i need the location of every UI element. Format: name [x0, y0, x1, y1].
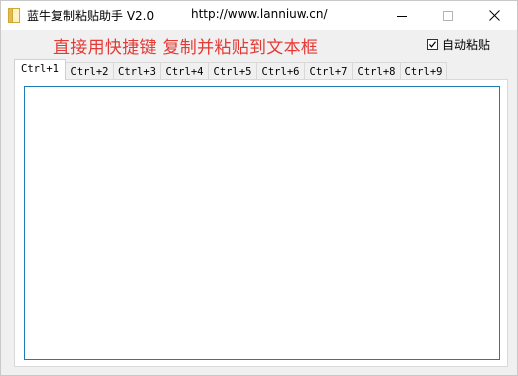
tab-ctrl-3[interactable]: Ctrl+3: [113, 62, 161, 80]
tab-ctrl-7[interactable]: Ctrl+7: [304, 62, 353, 80]
checkbox-checked-icon[interactable]: [427, 39, 438, 50]
tab-ctrl-5[interactable]: Ctrl+5: [208, 62, 257, 80]
tab-ctrl-4[interactable]: Ctrl+4: [160, 62, 209, 80]
tab-ctrl-9[interactable]: Ctrl+9: [400, 62, 447, 80]
minimize-button[interactable]: [379, 1, 425, 30]
maximize-button[interactable]: [425, 1, 471, 30]
minimize-icon: [397, 6, 407, 25]
close-button[interactable]: [471, 1, 517, 30]
notepad-icon: [8, 8, 20, 23]
tab-ctrl-1[interactable]: Ctrl+1: [14, 59, 66, 80]
website-url: http://www.lanniuw.cn/: [191, 7, 328, 21]
auto-paste-label: 自动粘贴: [442, 38, 491, 52]
window-title: 蓝牛复制粘贴助手 V2.0: [27, 9, 155, 23]
tab-panel-ctrl-1: [14, 79, 508, 367]
tab-ctrl-6[interactable]: Ctrl+6: [256, 62, 305, 80]
tab-ctrl-2[interactable]: Ctrl+2: [65, 62, 114, 80]
clipboard-textbox[interactable]: [24, 86, 500, 360]
auto-paste-checkbox[interactable]: 自动粘贴: [427, 36, 490, 53]
close-icon: [488, 6, 500, 25]
tab-ctrl-8[interactable]: Ctrl+8: [352, 62, 401, 80]
tab-strip: Ctrl+1 Ctrl+2 Ctrl+3 Ctrl+4 Ctrl+5 Ctrl+…: [14, 59, 447, 80]
instruction-text: 直接用快捷键 复制并粘贴到文本框: [53, 38, 319, 58]
maximize-icon: [443, 6, 453, 25]
app-window: 蓝牛复制粘贴助手 V2.0 http://www.lanniuw.cn/ 直接用…: [0, 0, 518, 376]
title-bar[interactable]: 蓝牛复制粘贴助手 V2.0 http://www.lanniuw.cn/: [1, 1, 517, 30]
